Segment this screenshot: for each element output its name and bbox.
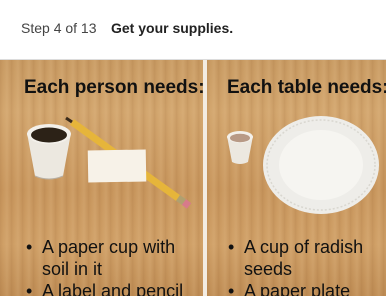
paper-cup-with-soil [27, 124, 71, 180]
person-supplies-list: A paper cup with soil in it A label and … [24, 236, 202, 296]
person-panel-heading: Each person needs: [24, 77, 203, 98]
list-item: A label and pencil [24, 280, 202, 296]
list-item: A paper plate [226, 280, 386, 296]
table-supplies-list: A cup of radish seeds A paper plate [226, 236, 386, 296]
step-counter: Step 4 of 13 [21, 20, 97, 36]
list-item: A paper cup with soil in it [24, 236, 202, 280]
label-paper [87, 149, 147, 183]
radish-seed-cup [227, 131, 253, 164]
paper-plate [263, 116, 379, 214]
table-panel-heading: Each table needs: [227, 77, 386, 98]
list-item: A cup of radish seeds [226, 236, 386, 280]
table-supplies-panel: Each table needs: A cup of radish seeds … [207, 60, 386, 296]
step-header: Step 4 of 13 Get your supplies. [0, 0, 386, 60]
person-supplies-panel: Each person needs: A paper cup with soil… [0, 60, 203, 296]
step-title: Get your supplies. [111, 20, 234, 36]
